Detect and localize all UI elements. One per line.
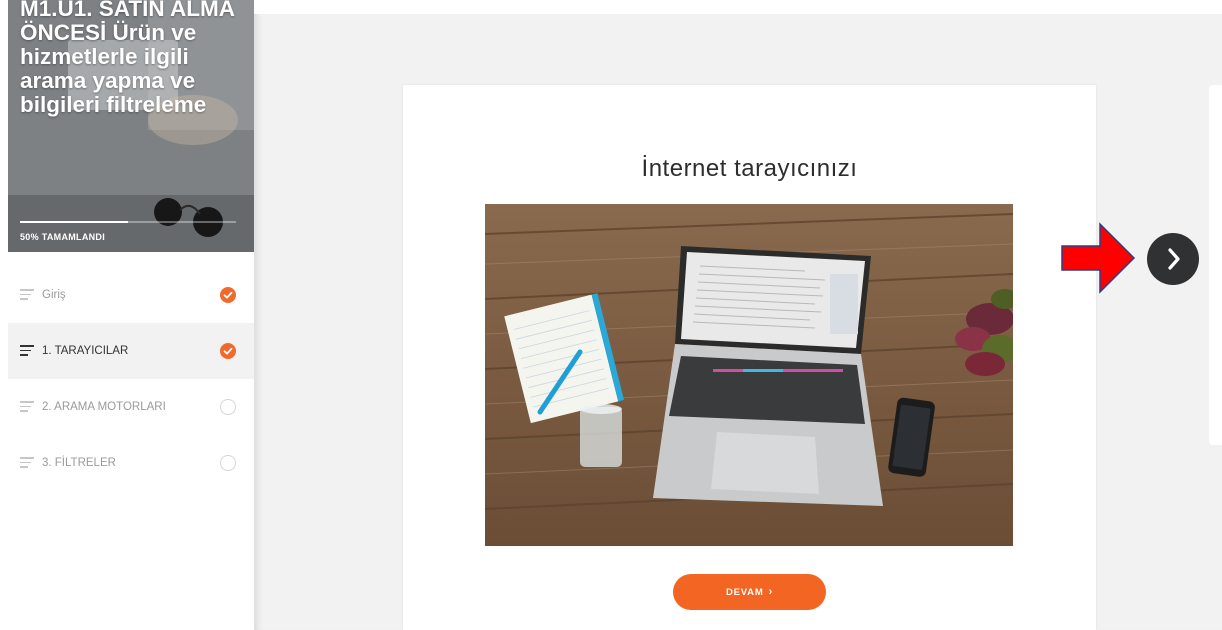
check-complete-icon — [220, 343, 236, 359]
menu-lines-icon — [20, 289, 34, 301]
lesson-title: M1.U1. SATIN ALMA ÖNCESİ Ürün ve hizmetl… — [20, 0, 235, 117]
menu-lines-icon — [20, 401, 34, 413]
sidebar-item-filtreler[interactable]: 3. FİLTRELER — [8, 435, 254, 491]
next-slide-button[interactable] — [1147, 233, 1199, 285]
lesson-header: M1.U1. SATIN ALMA ÖNCESİ Ürün ve hizmetl… — [8, 0, 254, 252]
sidebar-item-giris[interactable]: Giriş — [8, 267, 254, 323]
next-card-peek — [1209, 85, 1222, 445]
progress-label: 50% TAMAMLANDI — [20, 232, 106, 242]
sidebar-item-label: 2. ARAMA MOTORLARI — [42, 401, 166, 413]
sidebar-item-arama-motorlari[interactable]: 2. ARAMA MOTORLARI — [8, 379, 254, 435]
lesson-content-area: İnternet tarayıcınızı DEVAM › — [254, 14, 1222, 630]
menu-lines-icon — [20, 457, 34, 469]
course-sidebar: M1.U1. SATIN ALMA ÖNCESİ Ürün ve hizmetl… — [8, 0, 254, 630]
chevron-right-icon — [1168, 248, 1180, 270]
sidebar-item-label: 3. FİLTRELER — [42, 457, 116, 469]
progress-bar — [20, 221, 236, 223]
content-heading: İnternet tarayıcınızı — [641, 155, 858, 182]
content-card: İnternet tarayıcınızı DEVAM › — [403, 85, 1096, 630]
empty-circle-icon — [220, 399, 236, 415]
laptop-desk-image — [485, 204, 1013, 546]
empty-circle-icon — [220, 455, 236, 471]
continue-button[interactable]: DEVAM › — [673, 574, 826, 610]
lesson-nav: Giriş 1. TARAYICILAR 2. ARAMA MOTORLARI … — [8, 267, 254, 491]
sidebar-item-tarayicilar[interactable]: 1. TARAYICILAR — [8, 323, 254, 379]
progress-bar-fill — [20, 221, 128, 223]
sidebar-item-label: 1. TARAYICILAR — [42, 345, 129, 357]
chevron-right-icon: › — [768, 586, 774, 598]
continue-button-label: DEVAM — [725, 586, 764, 598]
menu-lines-icon — [20, 345, 34, 357]
red-arrow-right-icon — [1061, 222, 1136, 294]
check-complete-icon — [220, 287, 236, 303]
sidebar-item-label: Giriş — [42, 289, 66, 301]
